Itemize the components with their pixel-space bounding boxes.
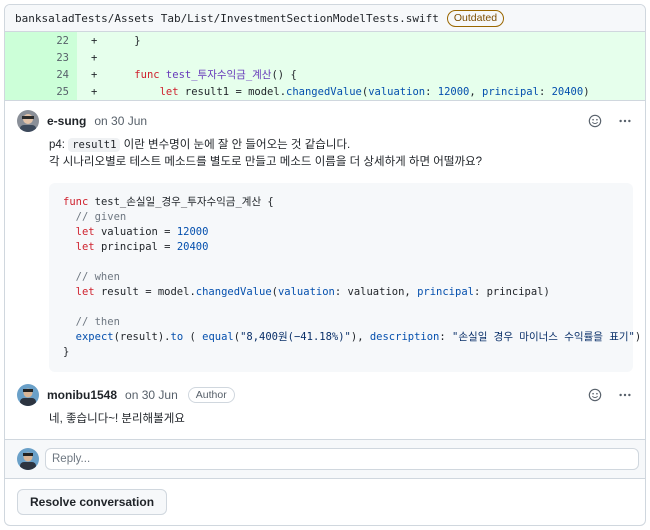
diff-line: 22 + } xyxy=(5,32,645,49)
number-literal: 12000 xyxy=(176,226,209,238)
code-text: ) xyxy=(634,331,642,343)
comment-line: 네, 좋습니다~! 분리해볼게요 xyxy=(49,413,185,425)
argument-label: principal xyxy=(482,85,539,98)
reply-area: Reply... xyxy=(5,439,645,479)
method-call: to xyxy=(170,331,184,343)
code-text: result1 = model. xyxy=(178,85,287,98)
method-call: expect xyxy=(75,331,114,343)
code-text: ) xyxy=(583,85,590,98)
comment-author[interactable]: monibu1548 xyxy=(47,388,117,402)
string-literal: "손실일 경우 마이너스 수익률을 표기" xyxy=(452,331,635,343)
code-text: (result). xyxy=(113,331,171,343)
number-literal: 20400 xyxy=(176,241,209,253)
method-call: changedValue xyxy=(286,85,362,98)
keyword: let xyxy=(75,241,95,253)
argument-label: principal xyxy=(417,286,474,298)
diff-code: } xyxy=(109,34,141,47)
code-text: result = model. xyxy=(94,286,196,298)
line-number[interactable]: 25 xyxy=(5,83,77,100)
avatar xyxy=(17,448,39,470)
code-text: : xyxy=(425,85,438,98)
code-text: ), xyxy=(350,331,370,343)
keyword: func xyxy=(134,69,160,81)
resolve-conversation-button[interactable]: Resolve conversation xyxy=(17,489,168,515)
code-text: : xyxy=(538,85,552,98)
kebab-menu-icon[interactable] xyxy=(617,113,633,129)
method-call: changedValue xyxy=(195,286,272,298)
file-path-link[interactable]: banksaladTests/Assets Tab/List/Investmen… xyxy=(15,12,439,25)
code-text: principal = xyxy=(94,241,177,253)
code-comment: // then xyxy=(63,316,120,328)
code-text: , xyxy=(469,85,483,98)
smiley-icon[interactable] xyxy=(587,387,603,403)
code-text: : valuation, xyxy=(334,286,418,298)
code-text: valuation = xyxy=(94,226,177,238)
kebab-menu-icon[interactable] xyxy=(617,387,633,403)
diff-line: 23 + xyxy=(5,49,645,66)
file-header: banksaladTests/Assets Tab/List/Investmen… xyxy=(5,5,645,32)
comment-text: 이란 변수명이 눈에 잘 안 들어오는 것 같습니다. xyxy=(120,139,351,151)
diff-code: func test_투자수익금_계산() { xyxy=(99,67,297,82)
smiley-icon[interactable] xyxy=(587,113,603,129)
comment-header: monibu1548 on 30 Jun Author xyxy=(17,379,633,411)
comment-header: e-sung on 30 Jun xyxy=(17,105,633,137)
code-comment: // when xyxy=(63,271,120,283)
avatar[interactable] xyxy=(17,384,39,406)
author-badge: Author xyxy=(187,387,235,403)
string-literal: "8,400원(−41.18%)" xyxy=(240,331,351,343)
comment: e-sung on 30 Jun p4: result1 이란 변수명이 눈에 … xyxy=(5,101,645,372)
code-text: ( xyxy=(183,331,203,343)
avatar[interactable] xyxy=(17,110,39,132)
method-call: equal xyxy=(202,331,234,343)
comment-date[interactable]: on 30 Jun xyxy=(94,114,147,128)
comment: monibu1548 on 30 Jun Author 네, 좋습니다~! 분리… xyxy=(5,379,645,428)
diff-sign: + xyxy=(91,34,98,47)
diff-line: 25 + let result1 = model.changedValue(va… xyxy=(5,83,645,100)
code-text: } xyxy=(63,346,70,358)
function-name: test_투자수익금_계산 xyxy=(165,69,272,81)
keyword: func xyxy=(63,196,89,208)
diff-line: 24 + func test_투자수익금_계산() { xyxy=(5,66,645,83)
code-block: func test_손실일_경우_투자수익금_계산 { // given let… xyxy=(49,183,641,372)
comment-actions xyxy=(587,113,633,129)
number-literal: 12000 xyxy=(437,85,470,98)
diff-snippet: 22 + } 23 + 24 + func test_투자수익금_계산() { … xyxy=(5,32,645,101)
line-number[interactable]: 22 xyxy=(5,32,77,49)
comment-line: 각 시나리오별로 테스트 메소드를 별도로 만들고 메소드 이름을 더 상세하게… xyxy=(49,156,482,168)
diff-sign: + xyxy=(91,68,98,81)
line-number[interactable]: 24 xyxy=(5,66,77,83)
comment-author[interactable]: e-sung xyxy=(47,114,86,128)
keyword: let xyxy=(75,226,95,238)
argument-label: valuation xyxy=(368,85,426,98)
diff-sign: + xyxy=(91,51,98,64)
comment-body: 네, 좋습니다~! 분리해볼게요 xyxy=(17,411,633,428)
inline-code: result1 xyxy=(68,138,121,152)
line-number[interactable]: 23 xyxy=(5,49,77,66)
comment-actions xyxy=(587,387,633,403)
review-thread: banksaladTests/Assets Tab/List/Investmen… xyxy=(4,4,646,526)
code-text: : principal) xyxy=(473,286,550,298)
comment-date[interactable]: on 30 Jun xyxy=(125,388,178,402)
number-literal: 20400 xyxy=(551,85,584,98)
argument-label: description xyxy=(369,331,440,343)
code-comment: // given xyxy=(63,211,127,223)
keyword: let xyxy=(75,286,95,298)
code-text: : xyxy=(439,331,453,343)
comment-line: p4: result1 이란 변수명이 눈에 잘 안 들어오는 것 같습니다. xyxy=(49,137,633,154)
comment-body: p4: result1 이란 변수명이 눈에 잘 안 들어오는 것 같습니다. … xyxy=(17,137,641,372)
keyword: let xyxy=(159,85,179,98)
code-text: () { xyxy=(271,69,297,81)
diff-sign: + xyxy=(91,85,98,98)
diff-code: let result1 = model.changedValue(valuati… xyxy=(99,86,590,98)
outdated-badge: Outdated xyxy=(446,9,505,27)
comment-text: p4: xyxy=(49,139,69,151)
argument-label: valuation xyxy=(277,286,335,298)
code-text: test_손실일_경우_투자수익금_계산 { xyxy=(88,196,274,208)
reply-input[interactable]: Reply... xyxy=(45,448,639,470)
